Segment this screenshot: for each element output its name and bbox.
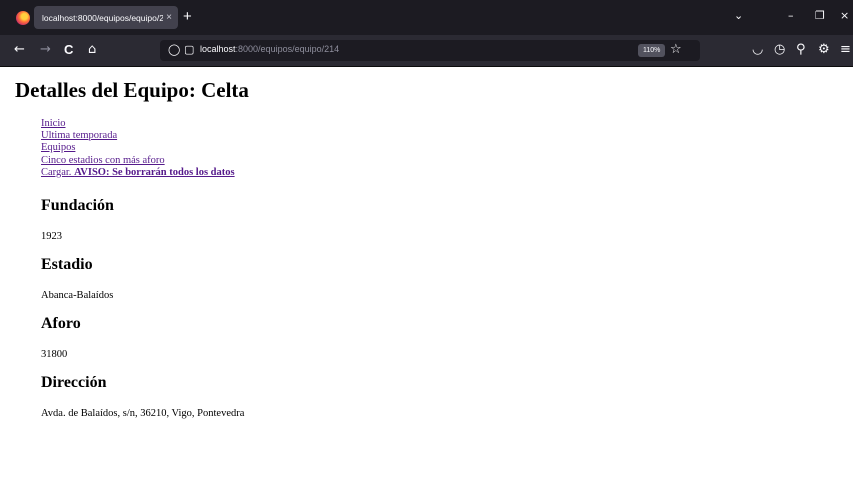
link-cargar-label: Cargar. [41,166,75,178]
site-navigation: Inicio Ultima temporada Equipos Cinco es… [41,118,235,179]
link-cargar[interactable]: Cargar. AVISO: Se borrarán todos los dat… [41,167,235,179]
url-bar[interactable]: ◯ ▢ localhost:8000/equipos/equipo/214 11… [160,40,700,61]
page-title: Detalles del Equipo: Celta [15,78,249,102]
tab-close-icon[interactable]: × [166,12,172,23]
value-direccion: Avda. de Balaídos, s/n, 36210, Vigo, Pon… [41,408,245,419]
window-close-icon[interactable]: × [840,8,849,24]
link-inicio[interactable]: Inicio [41,118,235,130]
heading-direccion: Dirección [41,374,107,391]
navigation-toolbar: ← → C ⌂ ◯ ▢ localhost:8000/equipos/equip… [0,35,853,67]
pocket-icon[interactable]: ◡ [752,42,763,58]
minimize-icon[interactable]: – [788,8,794,24]
value-fundacion: 1923 [41,231,62,242]
value-aforo: 31800 [41,349,68,360]
bookmark-star-icon[interactable]: ☆ [670,42,682,57]
new-tab-button[interactable]: + [183,7,192,27]
url-host: localhost [200,44,236,54]
page-content: Detalles del Equipo: Celta Inicio Ultima… [0,67,853,481]
forward-arrow-icon[interactable]: → [40,42,51,58]
url-text[interactable]: localhost:8000/equipos/equipo/214 [200,44,339,54]
restore-icon[interactable]: ❐ [815,8,825,24]
link-cargar-warning: AVISO: Se borrarán todos los datos [74,166,235,178]
search-icon[interactable]: ⚲ [796,42,806,58]
heading-estadio: Estadio [41,256,93,273]
tracking-protection-icon[interactable]: ◯ [168,43,180,56]
reload-icon[interactable]: C [64,42,73,58]
history-icon[interactable]: ◷ [774,42,785,58]
url-path: :8000/equipos/equipo/214 [235,44,340,54]
zoom-level-badge[interactable]: 110% [638,44,666,57]
value-estadio: Abanca-Balaídos [41,290,114,301]
tab-bar: localhost:8000/equipos/equipo/214 × + ⌄ … [0,0,853,35]
heading-fundacion: Fundación [41,197,114,214]
link-cinco-estadios[interactable]: Cinco estadios con más aforo [41,155,235,167]
tab-active[interactable]: localhost:8000/equipos/equipo/214 × [34,6,178,29]
back-arrow-icon[interactable]: ← [14,42,25,58]
home-icon[interactable]: ⌂ [88,42,96,58]
link-ultima-temporada[interactable]: Ultima temporada [41,130,235,142]
settings-gear-icon[interactable]: ⚙ [818,42,830,58]
firefox-logo-icon [16,10,30,25]
hamburger-menu-icon[interactable]: ≡ [840,42,851,58]
link-equipos[interactable]: Equipos [41,142,235,154]
tab-title: localhost:8000/equipos/equipo/214 [42,12,164,23]
heading-aforo: Aforo [41,315,81,332]
page-info-icon[interactable]: ▢ [184,43,194,56]
list-all-tabs-icon[interactable]: ⌄ [734,8,743,24]
